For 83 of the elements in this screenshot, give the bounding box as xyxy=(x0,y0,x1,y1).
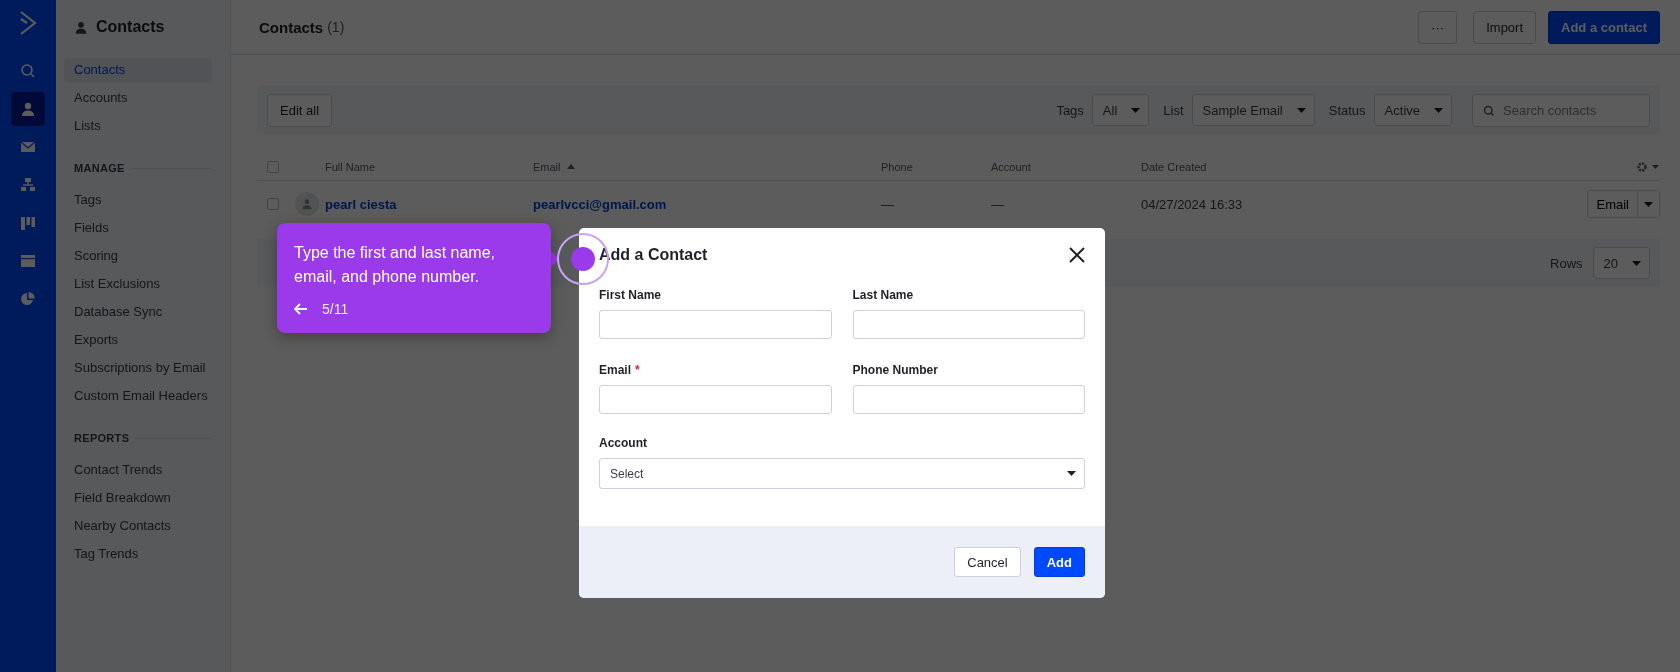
column-header[interactable]: Account xyxy=(991,160,1141,173)
sidebar-item[interactable]: Accounts xyxy=(64,86,212,110)
sidebar-item[interactable]: Subscriptions by Email xyxy=(64,356,212,380)
search-icon xyxy=(20,63,36,79)
avatar-icon xyxy=(295,192,319,216)
select-all-checkbox[interactable] xyxy=(267,160,279,173)
sidebar-item[interactable]: Nearby Contacts xyxy=(64,514,212,538)
column-header[interactable]: Full Name xyxy=(325,160,533,173)
field-label: Phone Number xyxy=(852,363,938,377)
table-cell-text: — xyxy=(881,196,895,212)
import-button[interactable]: Import xyxy=(1473,10,1537,44)
add-contact-button[interactable]: Add a contact xyxy=(1548,10,1660,44)
row-checkbox[interactable] xyxy=(267,198,279,210)
contact-email-link[interactable]: pearlvcci@gmail.com xyxy=(533,196,881,212)
sidebar-item[interactable]: Database Sync xyxy=(64,300,212,324)
envelope-icon xyxy=(20,139,36,155)
person-icon xyxy=(74,19,88,35)
account-dropdown[interactable]: Select xyxy=(599,458,1085,489)
sidebar-item[interactable]: Contacts xyxy=(64,58,212,82)
settings-icon[interactable] xyxy=(1636,160,1660,173)
tooltip-text: Type the first and last name, email, and phone number. xyxy=(294,243,496,287)
required-mark: * xyxy=(635,363,640,377)
caret-icon xyxy=(1644,201,1653,207)
input-field[interactable] xyxy=(599,310,832,339)
filter-label: Tags xyxy=(1056,102,1084,118)
section-heading: REPORTS xyxy=(74,432,130,444)
email-button[interactable]: Email xyxy=(1588,191,1638,217)
close-icon xyxy=(1069,247,1085,263)
table-cell-text: — xyxy=(991,196,1005,212)
sidebar-item[interactable]: Lists xyxy=(64,114,212,138)
rows-dropdown[interactable]: 20 xyxy=(1592,247,1650,279)
section-heading: MANAGE xyxy=(74,162,125,174)
input-field[interactable] xyxy=(852,385,1085,414)
filter-label: List xyxy=(1163,102,1184,118)
sidebar-item[interactable]: Contact Trends xyxy=(64,458,212,482)
sidebar-item[interactable]: Custom Email Headers xyxy=(64,384,212,408)
nav-rail-button[interactable] xyxy=(11,92,45,126)
rows-label: Rows xyxy=(1550,255,1583,271)
step-counter: 5/11 xyxy=(322,301,349,317)
sidebar-item[interactable]: Tag Trends xyxy=(64,542,212,566)
filter-dropdown[interactable]: All xyxy=(1091,94,1150,126)
field-label: Email xyxy=(599,363,631,377)
search-icon xyxy=(1483,104,1495,117)
caret-icon xyxy=(1067,471,1076,476)
column-header[interactable]: Date Created xyxy=(1141,160,1590,173)
contact-name-link[interactable]: pearl ciesta xyxy=(325,196,533,212)
sidebar-item[interactable]: Tags xyxy=(64,188,212,212)
column-header[interactable]: Email xyxy=(533,160,881,173)
sidebar-item[interactable]: Exports xyxy=(64,328,212,352)
caret-icon xyxy=(1131,107,1141,113)
pie-chart-icon xyxy=(20,291,36,307)
close-button[interactable] xyxy=(1069,247,1085,263)
caret-icon xyxy=(1434,107,1443,113)
add-button[interactable]: Add xyxy=(1033,547,1085,577)
sidebar-title: Contacts xyxy=(96,18,165,36)
field-label: First Name xyxy=(599,288,662,302)
caret-icon xyxy=(1296,107,1306,113)
input-field[interactable] xyxy=(599,385,832,414)
sidebar-item[interactable]: Scoring xyxy=(64,244,212,268)
cancel-button[interactable]: Cancel xyxy=(954,547,1021,577)
caret-icon xyxy=(1632,260,1641,266)
filter-dropdown[interactable]: Sample Email xyxy=(1191,94,1315,126)
field-label: Account xyxy=(599,436,648,450)
input-field[interactable] xyxy=(852,310,1085,339)
field-label: Last Name xyxy=(852,288,914,302)
edit-all-button[interactable]: Edit all xyxy=(267,93,333,127)
page-title: Contacts xyxy=(259,18,324,36)
columns-icon xyxy=(20,215,36,231)
browser-window-icon xyxy=(20,253,36,269)
table-cell-text: 04/27/2024 16:33 xyxy=(1141,196,1244,212)
contact-count: (1) xyxy=(327,19,346,35)
filter-label: Status xyxy=(1328,102,1366,118)
sidebar-item[interactable]: Field Breakdown xyxy=(64,486,212,510)
column-header[interactable]: Phone xyxy=(881,160,991,173)
filter-dropdown[interactable]: Active xyxy=(1373,94,1452,126)
sort-up-icon xyxy=(566,164,575,169)
logo-icon[interactable] xyxy=(18,10,38,36)
more-button[interactable]: ··· xyxy=(1418,10,1458,44)
flowchart-icon xyxy=(20,177,36,193)
back-arrow-icon[interactable] xyxy=(294,303,308,315)
person-icon xyxy=(20,101,36,117)
sidebar-item[interactable]: Fields xyxy=(64,216,212,240)
sidebar-item[interactable]: List Exclusions xyxy=(64,272,212,296)
